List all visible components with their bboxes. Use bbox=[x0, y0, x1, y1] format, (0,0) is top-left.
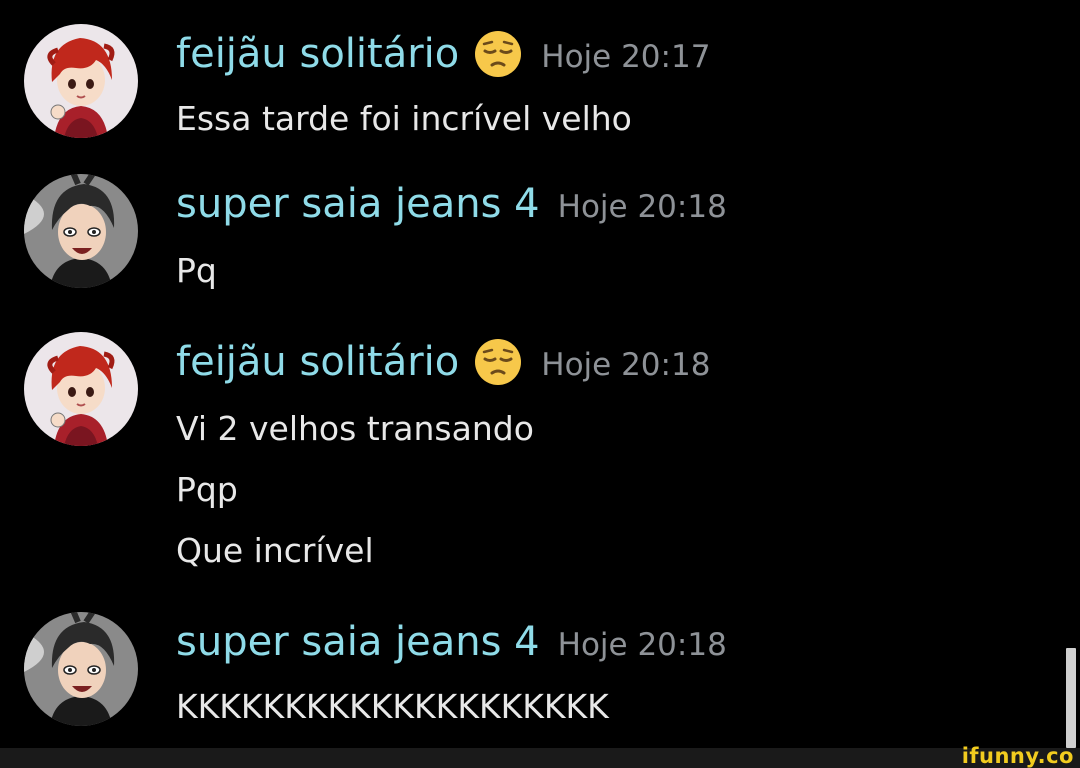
username[interactable]: feijãu solitário bbox=[176, 24, 459, 84]
message-header: super saia jeans 4 Hoje 20:18 bbox=[176, 612, 727, 672]
bottom-bar bbox=[0, 748, 1080, 768]
message-header: feijãu solitário Hoje 20:18 bbox=[176, 332, 710, 392]
username[interactable]: super saia jeans 4 bbox=[176, 174, 540, 234]
message-text: Pq bbox=[176, 251, 217, 290]
message-text: Vi 2 velhos transando bbox=[176, 409, 534, 448]
red-hair-anime-avatar-icon[interactable] bbox=[24, 332, 138, 446]
dark-hair-anime-avatar-icon[interactable] bbox=[24, 612, 138, 726]
timestamp: Hoje 20:18 bbox=[557, 627, 727, 663]
red-hair-anime-avatar-icon[interactable] bbox=[24, 24, 138, 138]
message-text: KKKKKKKKKKKKKKKKKKKK bbox=[176, 687, 609, 726]
message-header: super saia jeans 4 Hoje 20:18 bbox=[176, 174, 727, 234]
username[interactable]: super saia jeans 4 bbox=[176, 612, 540, 672]
message-header: feijãu solitário Hoje 20:17 bbox=[176, 24, 710, 84]
message-text: Essa tarde foi incrível velho bbox=[176, 99, 632, 138]
message-text: Que incrível bbox=[176, 531, 374, 570]
pensive-face-emoji-icon bbox=[473, 29, 523, 79]
dark-hair-anime-avatar-icon[interactable] bbox=[24, 174, 138, 288]
scrollbar[interactable] bbox=[1066, 648, 1076, 748]
timestamp: Hoje 20:18 bbox=[557, 189, 727, 225]
username[interactable]: feijãu solitário bbox=[176, 332, 459, 392]
timestamp: Hoje 20:17 bbox=[541, 39, 711, 75]
pensive-face-emoji-icon bbox=[473, 337, 523, 387]
watermark: ifunny.co bbox=[961, 744, 1074, 768]
timestamp: Hoje 20:18 bbox=[541, 347, 711, 383]
chat-log: feijãu solitário Hoje 20:17 Essa tarde f… bbox=[0, 0, 1080, 748]
message-text: Pqp bbox=[176, 470, 238, 509]
